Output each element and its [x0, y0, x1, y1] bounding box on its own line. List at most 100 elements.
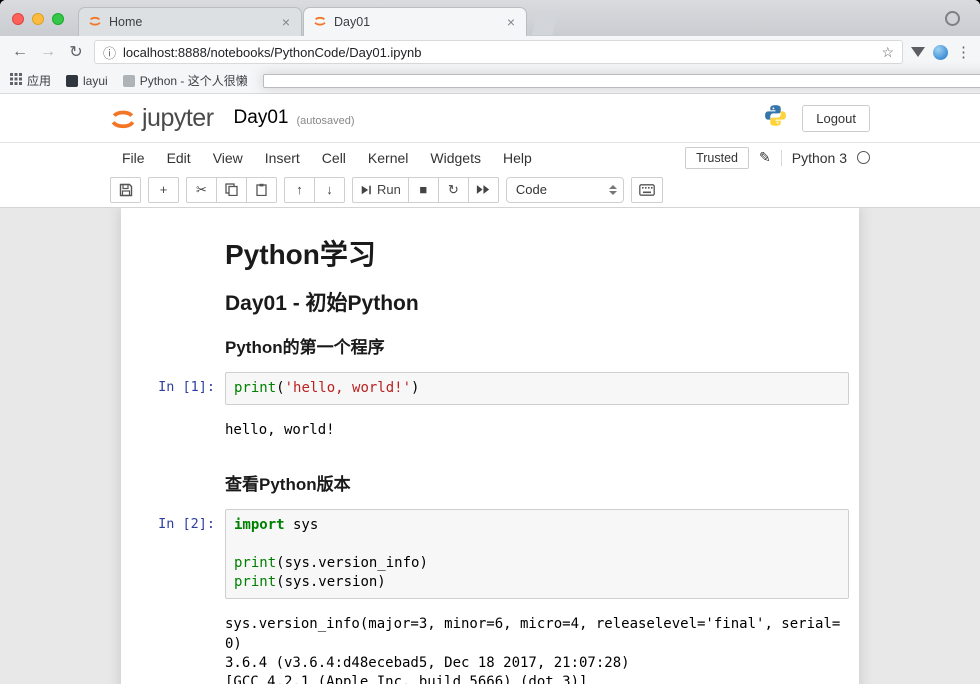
menu-insert[interactable]: Insert [254, 150, 311, 166]
heading-day01: Day01 - 初始Python [225, 287, 849, 317]
back-icon[interactable]: ← [10, 43, 30, 61]
notebook-area: Python学习 Day01 - 初始Python Python的第一个程序 I… [0, 208, 980, 684]
kernel-idle-icon [857, 151, 870, 164]
cell-output-text: hello, world! [225, 415, 845, 444]
heading-python-study: Python学习 [225, 233, 849, 273]
run-label: Run [377, 182, 401, 197]
output-prompt [121, 415, 225, 444]
menu-widgets[interactable]: Widgets [419, 150, 492, 166]
browser-menu-icon[interactable]: ⋮ [956, 43, 970, 61]
extension-triangle-icon[interactable] [911, 47, 925, 57]
code-token: (sys.version) [276, 574, 386, 590]
move-cell-up-button[interactable]: ↑ [284, 177, 315, 203]
menu-cell[interactable]: Cell [311, 150, 357, 166]
stop-icon: ■ [419, 182, 427, 197]
menu-help[interactable]: Help [492, 150, 543, 166]
restart-run-all-button[interactable] [468, 177, 499, 203]
browser-tabs: Home × Day01 × [78, 0, 558, 36]
page-info-icon[interactable]: ⓘ [103, 43, 116, 62]
code-token: 'hello, world!' [285, 380, 411, 396]
output-area-2: sys.version_info(major=3, minor=6, micro… [121, 604, 859, 684]
cut-cell-button[interactable]: ✂ [186, 177, 217, 203]
bookmark-tkinter[interactable]: Tkinter 8.5 reference.. [263, 74, 980, 88]
menu-kernel[interactable]: Kernel [357, 150, 419, 166]
command-palette-button[interactable] [631, 177, 663, 203]
close-window-button[interactable] [12, 13, 24, 25]
code-token: (sys.version_info) [276, 555, 428, 571]
kernel-name: Python 3 [792, 150, 847, 166]
code-cell-2[interactable]: In [2]: import sys print(sys.version_inf… [121, 504, 859, 604]
cell-type-select[interactable]: Code [506, 177, 624, 203]
logout-button[interactable]: Logout [802, 105, 870, 132]
add-cell-button[interactable]: + [148, 177, 179, 203]
copy-cell-button[interactable] [216, 177, 247, 203]
save-button[interactable] [110, 177, 141, 203]
address-bar[interactable]: ⓘ localhost:8888/notebooks/PythonCode/Da… [94, 40, 903, 64]
save-icon [119, 183, 133, 197]
profile-icon[interactable] [945, 11, 960, 26]
autosave-status: (autosaved) [296, 110, 354, 127]
edit-mode-pencil-icon: ✎ [759, 149, 771, 166]
move-cell-down-button[interactable]: ↓ [314, 177, 345, 203]
notebook-title[interactable]: Day01 [234, 107, 289, 129]
bookmark-star-icon[interactable]: ☆ [881, 44, 894, 61]
code-token: sys [285, 517, 319, 533]
zoom-window-button[interactable] [52, 13, 64, 25]
restart-kernel-button[interactable]: ↻ [438, 177, 469, 203]
run-cell-button[interactable]: Run [352, 177, 409, 203]
bookmark-label: Python - 这个人很懒 [140, 72, 248, 89]
bookmark-layui[interactable]: layui [66, 74, 108, 88]
code-token: print [234, 574, 276, 590]
minimize-window-button[interactable] [32, 13, 44, 25]
cell-prompt: In [1]: [121, 372, 225, 405]
cell-prompt [121, 225, 225, 362]
tab-close-icon[interactable]: × [280, 14, 292, 30]
menu-edit[interactable]: Edit [156, 150, 202, 166]
output-prompt [121, 609, 225, 684]
tab-label: Home [109, 15, 273, 29]
paste-cell-button[interactable] [246, 177, 277, 203]
menu-view[interactable]: View [202, 150, 254, 166]
browser-toolbar: ← → ↻ ⓘ localhost:8888/notebooks/PythonC… [0, 36, 980, 68]
apps-grid-icon [10, 73, 22, 88]
keyboard-icon [639, 184, 655, 196]
arrow-down-icon: ↓ [326, 182, 333, 197]
trusted-button[interactable]: Trusted [685, 147, 749, 169]
cell-prompt [121, 454, 225, 499]
jupyter-logo-icon [108, 107, 138, 131]
new-tab-button[interactable] [532, 11, 558, 35]
python-logo-icon [763, 103, 788, 133]
bookmark-favicon [123, 75, 135, 87]
bookmark-label: layui [83, 74, 108, 88]
code-input-area[interactable]: print('hello, world!') [225, 372, 849, 405]
code-token: print [234, 380, 276, 396]
markdown-cell-version[interactable]: 查看Python版本 [121, 449, 859, 504]
bookmark-favicon [66, 75, 78, 87]
browser-tab-home[interactable]: Home × [78, 7, 302, 36]
forward-icon[interactable]: → [38, 43, 58, 61]
url-text[interactable]: localhost:8888/notebooks/PythonCode/Day0… [123, 45, 874, 60]
stop-kernel-button[interactable]: ■ [408, 177, 439, 203]
heading-check-version: 查看Python版本 [225, 470, 849, 495]
plus-icon: + [160, 182, 168, 197]
markdown-cell-title[interactable]: Python学习 Day01 - 初始Python Python的第一个程序 [121, 220, 859, 367]
tab-close-icon[interactable]: × [505, 14, 517, 30]
bookmark-apps[interactable]: 应用 [10, 72, 51, 89]
jupyter-header: jupyter Day01 (autosaved) Logout [0, 94, 980, 142]
extension-globe-icon[interactable] [933, 45, 948, 60]
select-arrows-icon [609, 185, 617, 195]
browser-tab-day01[interactable]: Day01 × [303, 7, 527, 36]
bookmark-python-blog[interactable]: Python - 这个人很懒 [123, 72, 248, 89]
code-cell-1[interactable]: In [1]: print('hello, world!') [121, 367, 859, 410]
bookmark-favicon [263, 74, 980, 88]
menu-file[interactable]: File [110, 150, 156, 166]
jupyter-wordmark: jupyter [142, 106, 214, 131]
cut-icon: ✂ [196, 182, 207, 198]
jupyter-logo[interactable]: jupyter [108, 106, 214, 131]
arrow-up-icon: ↑ [296, 182, 303, 197]
code-input-area[interactable]: import sys print(sys.version_info) print… [225, 509, 849, 599]
code-token: import [234, 517, 285, 533]
divider [781, 150, 782, 166]
reload-icon[interactable]: ↻ [66, 42, 86, 62]
notebook-page: Python学习 Day01 - 初始Python Python的第一个程序 I… [121, 208, 859, 684]
